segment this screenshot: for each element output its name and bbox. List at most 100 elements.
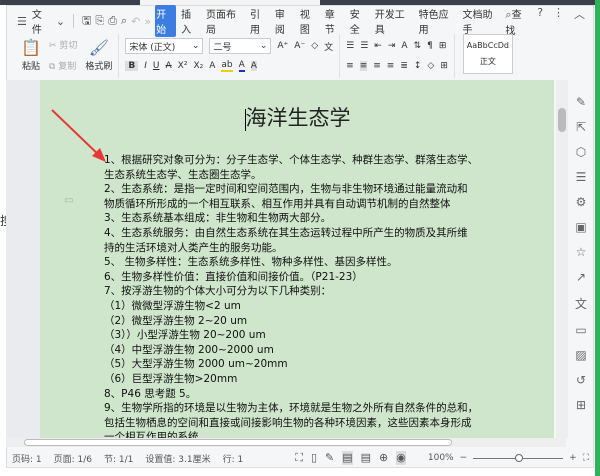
decrease-indent-icon[interactable]: ⇤ xyxy=(374,41,382,51)
page-count[interactable]: 页面: 1/6 xyxy=(54,452,92,465)
align-center-icon[interactable]: ≡ xyxy=(359,61,368,71)
document-line: 9、生物学所指的环境是以生物为主体，环境就是生物之外所有自然条件的总和， xyxy=(104,402,479,415)
horizontal-scrollbar[interactable] xyxy=(6,438,566,447)
chevron-down-icon[interactable]: ⌄ xyxy=(56,15,65,28)
edit-icon[interactable]: ✎ xyxy=(576,95,586,109)
grow-font-icon[interactable]: A⁺ xyxy=(277,41,288,51)
picture-icon[interactable]: ▨ xyxy=(575,348,586,362)
tab-developer[interactable]: 开发工具 xyxy=(374,5,414,37)
style-normal[interactable]: AaBbCcDd 正文 xyxy=(462,34,513,74)
fit-icon[interactable]: ⛶ xyxy=(583,453,589,463)
select-icon[interactable]: ⇱ xyxy=(576,120,586,134)
folder-icon[interactable]: ▭ xyxy=(575,323,586,337)
outline-icon[interactable]: ▤ xyxy=(361,451,371,465)
navigation-icon[interactable]: ☰ xyxy=(576,170,587,184)
vertical-scrollbar[interactable] xyxy=(556,80,568,438)
right-sidebar: ✎ ⇱ ⬡ ☰ ⚙ ▣ ☆ ↗ 文 ▭ ▨ ↺ ⊞ xyxy=(570,95,592,412)
tools-icon[interactable]: ⊞ xyxy=(576,398,586,412)
zoom-slider-knob[interactable] xyxy=(515,453,524,462)
copy-button[interactable]: ⧉ 复制 xyxy=(49,59,77,72)
share-icon[interactable]: ↗ xyxy=(576,270,586,284)
hamburger-icon[interactable]: ☰ xyxy=(17,15,27,28)
align-right-icon[interactable]: ≡ xyxy=(373,61,381,71)
section-info: 节: 1/1 xyxy=(104,454,134,465)
tab-assistant[interactable]: 文档助手 xyxy=(462,5,502,37)
file-menu[interactable]: 文件 xyxy=(31,5,52,37)
font-size-select[interactable]: 二号 ⌄ xyxy=(209,38,272,54)
justify-icon[interactable]: ≡ xyxy=(387,61,395,71)
tab-review[interactable]: 审阅 xyxy=(274,5,295,37)
shading-icon[interactable]: ◇ xyxy=(427,61,434,71)
zoom-in-icon[interactable]: + xyxy=(569,453,577,463)
undo-icon[interactable]: ↶ xyxy=(131,15,140,28)
read-mode-icon[interactable]: ▯ xyxy=(311,451,317,465)
distribute-icon[interactable]: ≣ xyxy=(400,61,408,71)
tab-layout[interactable]: 页面布局 xyxy=(205,5,245,37)
sort-icon[interactable]: ⇅ xyxy=(414,41,422,51)
clear-format-icon[interactable]: ◇ xyxy=(311,41,318,51)
font-group: 宋体 (正文) ⌄ 二号 ⌄ A⁺ A⁻ ◇ 文 B I U A X² X₂ Aab A A xyxy=(119,34,341,78)
cut-button[interactable]: ✂ 剪切 xyxy=(49,38,77,51)
adjust-icon[interactable]: ⚙ xyxy=(576,195,587,209)
hscroll-thumb[interactable] xyxy=(24,439,452,446)
help-icon[interactable]: ? xyxy=(537,6,543,37)
underline-icon[interactable]: U xyxy=(153,61,160,71)
collapse-ribbon-icon[interactable]: ︿ xyxy=(574,6,585,37)
superscript-icon[interactable]: X² xyxy=(178,61,188,71)
bold-icon[interactable]: B xyxy=(125,61,139,71)
page-view-icon[interactable]: ▤ xyxy=(342,451,353,465)
tab-features[interactable]: 特色应用 xyxy=(418,5,458,37)
shapes-icon[interactable]: ⬡ xyxy=(576,145,586,159)
line-spacing-icon[interactable]: ↕ xyxy=(414,61,422,71)
borders-icon[interactable]: ⊞ xyxy=(440,61,448,71)
zoom-level[interactable]: 100% xyxy=(428,453,454,463)
write-mode-icon[interactable]: ✎ xyxy=(325,451,334,465)
fullscreen-icon[interactable]: ⛶ xyxy=(295,451,303,465)
phonetic-icon[interactable]: 文 xyxy=(324,40,333,53)
font-color-icon[interactable]: A xyxy=(238,60,245,72)
chinese-layout-icon[interactable]: A xyxy=(401,41,407,51)
tab-home[interactable]: 开始 xyxy=(155,5,177,37)
document-line: 6、生物多样性价值：直接价值和间接价值。（P21-23） xyxy=(104,270,363,283)
zoom-slider[interactable] xyxy=(473,453,564,462)
highlight-icon[interactable]: ab xyxy=(221,60,233,72)
web-view-icon[interactable]: ⊕ xyxy=(379,451,388,465)
show-marks-icon[interactable]: ¶ xyxy=(427,41,433,51)
tab-view[interactable]: 视图 xyxy=(299,5,320,37)
italic-icon[interactable]: I xyxy=(144,61,147,71)
numbering-icon[interactable]: ☰ xyxy=(360,41,368,51)
history-icon[interactable]: ↺ xyxy=(576,373,586,387)
tab-references[interactable]: 引用 xyxy=(249,5,270,37)
bullets-icon[interactable]: ☰ xyxy=(346,41,354,51)
more-vertical-icon[interactable]: ⋮ xyxy=(553,6,564,37)
format-painter-button[interactable]: 🖌 格式刷 xyxy=(85,38,112,74)
paste-button[interactable]: 📋 粘贴 xyxy=(21,38,41,74)
document-line: 2、生态系统：是指一定时间和空间范围内，生物与非生物环境通过能量流动和 xyxy=(104,183,468,196)
tab-security[interactable]: 安全 xyxy=(349,5,370,37)
strikethrough-icon[interactable]: A xyxy=(165,61,171,71)
table-icon[interactable]: ⊞ xyxy=(439,41,447,51)
tab-insert[interactable]: 插入 xyxy=(180,5,201,37)
zoom-out-icon[interactable]: − xyxy=(460,453,468,463)
increase-indent-icon[interactable]: ⇥ xyxy=(388,41,396,51)
eye-protection-icon[interactable]: ◉ xyxy=(396,451,406,465)
image-icon[interactable]: ▣ xyxy=(575,220,586,234)
more-icon[interactable]: » xyxy=(144,15,151,28)
translate-icon[interactable]: 文 xyxy=(575,295,587,312)
export-icon[interactable]: ⎘ xyxy=(95,14,104,28)
search-button[interactable]: ⌕查找 xyxy=(505,6,527,37)
document-page[interactable]: 海洋生态学 1、根据研究对象可分为：分子生态学、个体生态学、种群生态学、群落生态… xyxy=(40,80,554,438)
subscript-icon[interactable]: X₂ xyxy=(193,61,203,71)
document-line: （2）微型浮游生物 2~20 um xyxy=(104,314,248,327)
print-icon[interactable]: ⎙ xyxy=(108,14,117,28)
scroll-thumb[interactable] xyxy=(558,108,566,132)
char-shading-icon[interactable]: A xyxy=(250,61,257,71)
align-left-icon[interactable]: ≡ xyxy=(346,61,354,71)
save-icon[interactable]: 🖫 xyxy=(82,12,91,31)
shrink-font-icon[interactable]: A⁻ xyxy=(294,41,305,51)
tab-section[interactable]: 章节 xyxy=(324,5,345,37)
print-preview-icon[interactable]: ⌕ xyxy=(121,14,127,28)
text-effect-icon[interactable]: A xyxy=(209,61,215,71)
star-icon[interactable]: ☆ xyxy=(576,245,587,259)
font-select[interactable]: 宋体 (正文) ⌄ xyxy=(125,38,204,54)
